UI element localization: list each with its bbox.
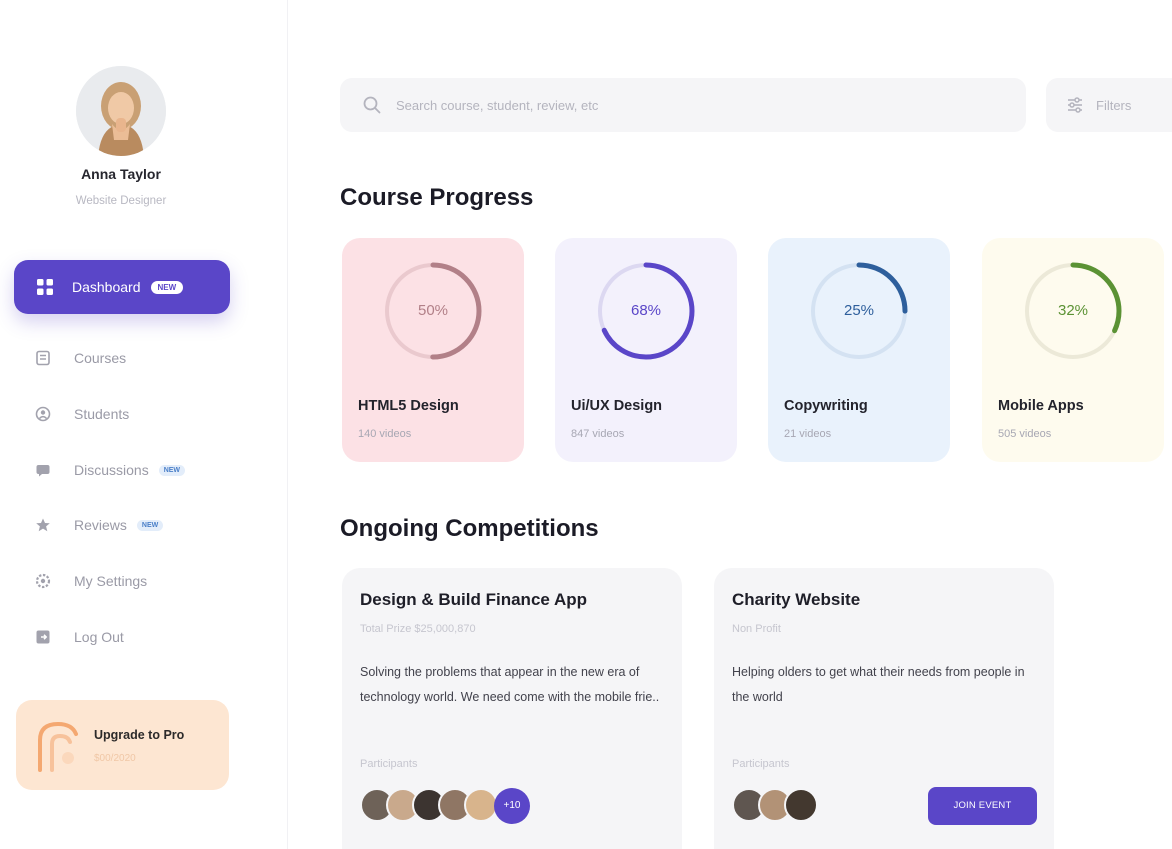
sidebar-item-discussions[interactable]: Discussions NEW — [34, 458, 186, 482]
new-badge: NEW — [158, 464, 186, 476]
profile-role: Website Designer — [75, 195, 167, 207]
course-card-html5[interactable]: 50% HTML5 Design 140 videos — [342, 238, 524, 462]
course-video-count: 21 videos — [784, 428, 832, 440]
sidebar-item-label: Dashboard — [72, 279, 141, 295]
filters-label: Filters — [1096, 97, 1132, 113]
sidebar-item-courses[interactable]: Courses — [34, 346, 126, 370]
upgrade-subtitle: $00/2020 — [94, 753, 136, 764]
book-icon — [34, 349, 52, 367]
sidebar-item-label: Reviews — [74, 517, 127, 533]
progress-percent: 68% — [630, 302, 662, 319]
ongoing-competitions-title: Ongoing Competitions — [340, 515, 599, 542]
course-video-count: 140 videos — [358, 428, 412, 440]
sidebar: Anna Taylor Website Designer Dashboard N… — [0, 0, 288, 849]
participant-avatar[interactable] — [784, 788, 818, 822]
course-title: HTML5 Design — [358, 398, 459, 414]
search-input[interactable]: Search course, student, review, etc — [340, 78, 1026, 132]
filter-icon — [1068, 97, 1082, 113]
progress-percent: 32% — [1057, 302, 1089, 319]
sidebar-item-dashboard[interactable]: Dashboard NEW — [14, 260, 230, 314]
competition-title: Design & Build Finance App — [360, 590, 587, 609]
sidebar-item-label: Discussions — [74, 462, 149, 478]
upgrade-illustration-icon — [38, 721, 78, 772]
profile-name: Anna Taylor — [81, 166, 161, 182]
competition-card-finance-app[interactable]: Design & Build Finance App Total Prize $… — [342, 568, 682, 849]
gear-icon — [34, 572, 52, 590]
course-card-copywriting[interactable]: 25% Copywriting 21 videos — [768, 238, 950, 462]
sidebar-item-reviews[interactable]: Reviews NEW — [34, 513, 164, 537]
progress-percent: 50% — [417, 302, 449, 319]
avatar[interactable] — [76, 66, 166, 156]
participant-avatar[interactable] — [464, 788, 498, 822]
participant-avatars — [732, 788, 818, 824]
course-title: Mobile Apps — [998, 398, 1084, 414]
participant-avatars: +10 — [360, 788, 530, 824]
competition-description: Helping olders to get what their needs f… — [732, 665, 1025, 704]
sidebar-item-label: Log Out — [74, 629, 124, 645]
competition-title: Charity Website — [732, 590, 861, 609]
course-card-mobile-apps[interactable]: 32% Mobile Apps 505 videos — [982, 238, 1164, 462]
course-card-uiux[interactable]: 68% Ui/UX Design 847 videos — [555, 238, 737, 462]
participants-label: Participants — [732, 758, 790, 770]
course-video-count: 847 videos — [571, 428, 625, 440]
chat-icon — [34, 461, 52, 479]
sidebar-item-logout[interactable]: Log Out — [34, 625, 124, 649]
competition-card-charity-website[interactable]: Charity Website Non Profit Helping older… — [714, 568, 1054, 849]
sidebar-item-label: Students — [74, 406, 130, 422]
new-badge: NEW — [150, 280, 184, 294]
upgrade-title: Upgrade to Pro — [94, 728, 185, 742]
sidebar-item-label: My Settings — [74, 573, 148, 589]
course-video-count: 505 videos — [998, 428, 1052, 440]
competition-type: Non Profit — [732, 623, 781, 635]
star-icon — [34, 516, 52, 534]
sidebar-item-label: Courses — [74, 350, 127, 366]
search-icon — [363, 96, 381, 114]
competition-prize: Total Prize $25,000,870 — [360, 623, 476, 635]
logout-icon — [34, 628, 52, 646]
user-icon — [34, 405, 52, 423]
search-placeholder: Search course, student, review, etc — [396, 97, 599, 113]
filters-button[interactable]: Filters — [1046, 78, 1172, 132]
dashboard-icon — [37, 279, 53, 295]
new-badge: NEW — [136, 519, 164, 531]
course-title: Copywriting — [784, 398, 868, 414]
participants-label: Participants — [360, 758, 418, 770]
course-title: Ui/UX Design — [571, 398, 663, 414]
join-event-button[interactable]: JOIN EVENT — [928, 787, 1037, 825]
sidebar-item-students[interactable]: Students — [34, 402, 129, 426]
competition-description: Solving the problems that appear in the … — [360, 665, 660, 704]
upgrade-card[interactable]: Upgrade to Pro $00/2020 — [16, 700, 229, 790]
profile-photo-icon — [76, 66, 166, 156]
sidebar-item-settings[interactable]: My Settings — [34, 569, 147, 593]
progress-percent: 25% — [843, 302, 875, 319]
more-participants-badge[interactable]: +10 — [494, 788, 530, 824]
course-progress-title: Course Progress — [340, 184, 534, 211]
